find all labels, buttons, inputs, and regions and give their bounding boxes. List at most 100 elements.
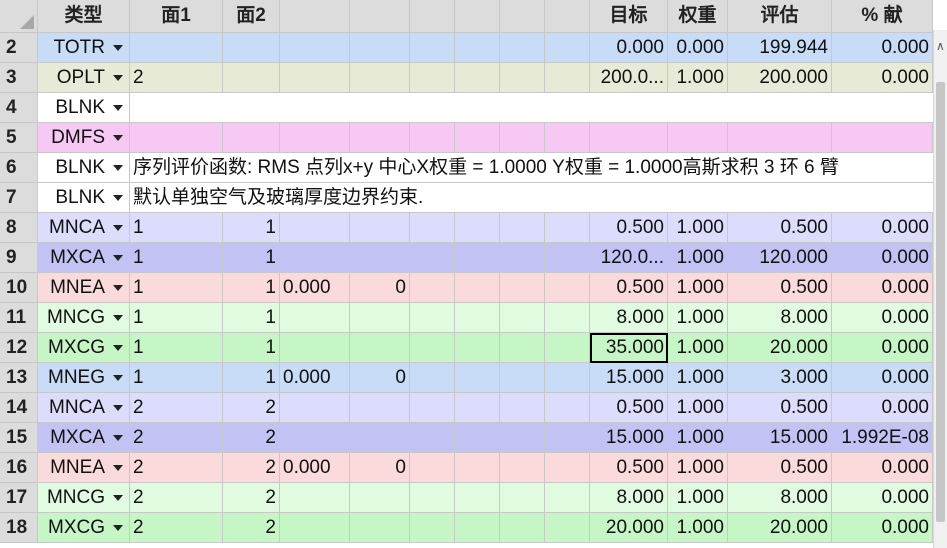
grid-cell[interactable]: 0.500 <box>590 213 668 243</box>
dropdown-arrow-icon[interactable] <box>113 284 123 291</box>
grid-cell[interactable] <box>455 33 500 63</box>
select-all-corner[interactable] <box>0 0 38 33</box>
grid-cell[interactable]: 0.000 <box>832 213 933 243</box>
operand-type-dropdown[interactable]: MNEG <box>38 363 130 393</box>
grid-cell[interactable] <box>280 483 350 513</box>
grid-cell[interactable]: 0.000 <box>832 63 933 93</box>
grid-cell[interactable]: 1.000 <box>668 393 728 423</box>
grid-cell[interactable]: 0 <box>350 273 410 303</box>
grid-cell[interactable] <box>410 363 455 393</box>
row-header[interactable]: 18 <box>0 513 38 543</box>
grid-cell[interactable] <box>280 303 350 333</box>
grid-cell[interactable] <box>280 63 350 93</box>
grid-cell[interactable] <box>410 63 455 93</box>
grid-cell[interactable] <box>280 423 350 453</box>
grid-cell[interactable]: 8.000 <box>728 303 832 333</box>
operand-type-dropdown[interactable]: BLNK <box>38 183 130 213</box>
grid-cell[interactable]: 0.000 <box>668 33 728 63</box>
grid-cell[interactable]: 2 <box>130 453 223 483</box>
grid-cell[interactable] <box>280 333 350 363</box>
row-header[interactable]: 5 <box>0 123 38 153</box>
row-header[interactable]: 15 <box>0 423 38 453</box>
grid-cell[interactable]: 15.000 <box>590 363 668 393</box>
grid-cell[interactable] <box>545 453 590 483</box>
operand-type-dropdown[interactable]: MNCA <box>38 213 130 243</box>
grid-cell[interactable] <box>280 393 350 423</box>
grid-cell[interactable]: 1.000 <box>668 423 728 453</box>
column-header-1[interactable]: 类型 <box>38 0 130 33</box>
grid-cell[interactable] <box>590 123 668 153</box>
dropdown-arrow-icon[interactable] <box>113 494 123 501</box>
grid-cell[interactable] <box>545 213 590 243</box>
grid-cell[interactable]: 8.000 <box>728 483 832 513</box>
grid-cell[interactable] <box>410 393 455 423</box>
grid-cell[interactable]: 1.000 <box>668 243 728 273</box>
column-header-12[interactable]: 评估 <box>728 0 832 33</box>
grid-cell[interactable]: 120.000 <box>728 243 832 273</box>
grid-cell[interactable] <box>350 513 410 543</box>
grid-cell[interactable] <box>500 423 545 453</box>
grid-cell[interactable] <box>455 453 500 483</box>
grid-cell[interactable] <box>832 123 933 153</box>
grid-cell[interactable]: 1 <box>130 273 223 303</box>
grid-cell[interactable] <box>455 363 500 393</box>
grid-cell[interactable]: 1.000 <box>668 333 728 363</box>
dropdown-arrow-icon[interactable] <box>113 314 123 321</box>
grid-cell[interactable] <box>280 213 350 243</box>
row-header[interactable]: 8 <box>0 213 38 243</box>
operand-type-dropdown[interactable]: BLNK <box>38 93 130 123</box>
grid-cell[interactable] <box>280 243 350 273</box>
grid-cell[interactable] <box>500 513 545 543</box>
dropdown-arrow-icon[interactable] <box>113 74 123 81</box>
dropdown-arrow-icon[interactable] <box>113 434 123 441</box>
grid-cell[interactable]: 3.000 <box>728 363 832 393</box>
column-header-7[interactable] <box>455 0 500 33</box>
grid-cell[interactable]: 15.000 <box>728 423 832 453</box>
operand-type-dropdown[interactable]: MXCG <box>38 333 130 363</box>
grid-cell[interactable]: 1 <box>130 303 223 333</box>
grid-cell[interactable] <box>455 423 500 453</box>
grid-cell[interactable] <box>455 63 500 93</box>
grid-cell[interactable]: 8.000 <box>590 483 668 513</box>
grid-cell[interactable]: 200.0... <box>590 63 668 93</box>
dropdown-arrow-icon[interactable] <box>113 254 123 261</box>
dropdown-arrow-icon[interactable] <box>113 404 123 411</box>
operand-type-dropdown[interactable]: MNEA <box>38 273 130 303</box>
grid-cell[interactable]: 0.000 <box>832 453 933 483</box>
grid-cell[interactable]: 120.0... <box>590 243 668 273</box>
grid-cell[interactable] <box>545 303 590 333</box>
row-header[interactable]: 6 <box>0 153 38 183</box>
grid-cell[interactable]: 0.000 <box>832 333 933 363</box>
grid-cell[interactable]: 15.000 <box>590 423 668 453</box>
dropdown-arrow-icon[interactable] <box>113 194 123 201</box>
operand-type-dropdown[interactable]: BLNK <box>38 153 130 183</box>
grid-cell[interactable]: 2 <box>223 453 280 483</box>
grid-cell[interactable]: 1 <box>130 243 223 273</box>
row-header[interactable]: 4 <box>0 93 38 123</box>
grid-cell[interactable]: 1 <box>223 273 280 303</box>
row-header[interactable]: 7 <box>0 183 38 213</box>
grid-cell[interactable]: 1 <box>223 243 280 273</box>
operand-type-dropdown[interactable]: MNCA <box>38 393 130 423</box>
grid-cell[interactable] <box>280 123 350 153</box>
grid-cell[interactable]: 2 <box>223 423 280 453</box>
grid-cell[interactable] <box>545 243 590 273</box>
grid-cell[interactable]: 1.000 <box>668 513 728 543</box>
grid-cell[interactable]: 0.500 <box>590 273 668 303</box>
grid-cell[interactable] <box>455 513 500 543</box>
vertical-scrollbar[interactable]: ∧ <box>933 30 947 548</box>
row-header[interactable]: 10 <box>0 273 38 303</box>
grid-cell[interactable] <box>545 333 590 363</box>
grid-cell[interactable]: 1 <box>223 363 280 393</box>
column-header-2[interactable]: 面1 <box>130 0 223 33</box>
grid-cell[interactable] <box>410 483 455 513</box>
grid-cell[interactable] <box>545 273 590 303</box>
grid-cell[interactable]: 2 <box>223 513 280 543</box>
grid-cell[interactable]: 0.500 <box>728 453 832 483</box>
grid-cell[interactable]: 1.000 <box>668 63 728 93</box>
row-header[interactable]: 2 <box>0 33 38 63</box>
grid-cell[interactable] <box>410 333 455 363</box>
grid-cell[interactable]: 0 <box>350 363 410 393</box>
grid-cell[interactable] <box>223 63 280 93</box>
grid-cell[interactable]: 1 <box>223 213 280 243</box>
